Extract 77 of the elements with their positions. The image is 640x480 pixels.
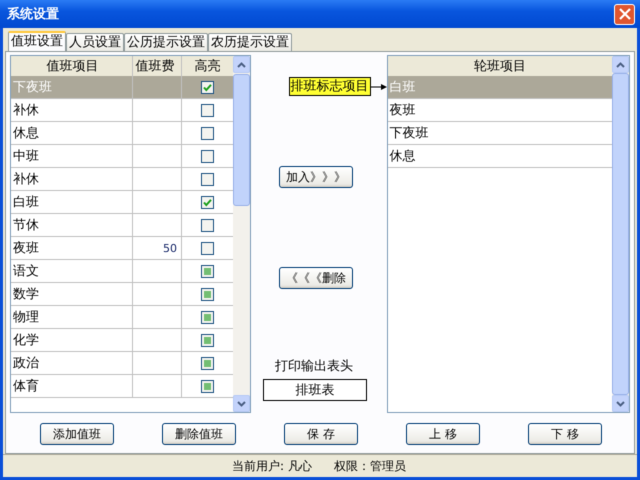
list-item[interactable]: 夜班 <box>388 99 612 122</box>
table-row[interactable]: 语文 <box>11 260 233 283</box>
table-cell: 休息 <box>11 122 133 144</box>
leader-arrow <box>370 82 387 90</box>
scroll-up-button[interactable] <box>233 56 250 73</box>
add-button[interactable]: 加入》》》 <box>278 166 353 188</box>
table-row[interactable]: 白班 <box>11 191 233 214</box>
table-row[interactable]: 政治 <box>11 352 233 375</box>
list-item[interactable]: 休息 <box>388 145 612 168</box>
tab[interactable]: 农历提示设置 <box>208 33 292 51</box>
chevron-up-icon <box>616 62 625 68</box>
tab[interactable]: 人员设置 <box>66 33 124 51</box>
checkbox[interactable] <box>201 264 214 278</box>
button[interactable]: 删除值班 <box>162 423 236 445</box>
table-row[interactable]: 数学 <box>11 283 233 306</box>
column-header[interactable]: 高亮 <box>182 56 233 76</box>
table-row[interactable]: 体育 <box>11 375 233 398</box>
table-cell: 下夜班 <box>11 76 133 98</box>
table-cell: 白班 <box>11 191 133 213</box>
checkbox[interactable] <box>201 242 214 254</box>
checkbox[interactable] <box>201 218 214 232</box>
checkbox[interactable] <box>201 150 214 162</box>
scroll-down-button[interactable] <box>612 395 629 412</box>
button[interactable]: 上 移 <box>406 423 480 445</box>
close-icon <box>618 8 630 20</box>
scroll-thumb[interactable] <box>233 74 250 206</box>
scroll-up-button[interactable] <box>612 56 629 73</box>
tab[interactable]: 公历提示设置 <box>124 33 208 51</box>
checkbox[interactable] <box>201 172 214 186</box>
button[interactable]: 保 存 <box>284 423 358 445</box>
scrollbar[interactable] <box>233 56 250 412</box>
table-cell: 化学 <box>11 329 133 351</box>
table-cell: 中班 <box>11 145 133 167</box>
table-cell: 夜班 <box>11 237 133 259</box>
checkbox[interactable] <box>201 288 214 300</box>
table-cell: 体育 <box>11 375 133 397</box>
checkbox[interactable] <box>201 80 214 94</box>
remove-button[interactable]: 《《《删除 <box>278 267 353 289</box>
tab[interactable]: 值班设置 <box>8 31 66 51</box>
scroll-down-button[interactable] <box>233 395 250 412</box>
table-cell: 补休 <box>11 99 133 121</box>
table-cell: 补休 <box>11 168 133 190</box>
current-user: 当前用户: 凡心 <box>232 458 312 474</box>
table-row[interactable]: 节休 <box>11 214 233 237</box>
checkbox[interactable] <box>201 104 214 116</box>
checkbox[interactable] <box>201 310 214 324</box>
print-header-label: 打印输出表头 <box>274 358 353 375</box>
table-row[interactable]: 中班 <box>11 145 233 168</box>
checkbox[interactable] <box>201 380 214 392</box>
table-row[interactable]: 补休 <box>11 99 233 122</box>
table-row[interactable]: 物理 <box>11 306 233 329</box>
chevron-down-icon <box>237 400 246 406</box>
checkbox[interactable] <box>201 126 214 140</box>
checkbox[interactable] <box>201 334 214 346</box>
checkbox[interactable] <box>201 356 214 370</box>
table-cell: 50 <box>133 237 182 259</box>
table-row[interactable]: 休息 <box>11 122 233 145</box>
table-cell: 数学 <box>11 283 133 305</box>
chevron-up-icon <box>237 62 246 68</box>
table-row[interactable]: 夜班 50 <box>11 237 233 260</box>
flag-label: 排班标志项目 <box>288 77 371 96</box>
user-role: 权限：管理员 <box>334 458 406 474</box>
list-item[interactable]: 下夜班 <box>388 122 612 145</box>
checkbox[interactable] <box>201 196 214 208</box>
chevron-down-icon <box>616 400 625 406</box>
window-title: 系统设置 <box>7 6 59 23</box>
table-cell: 语文 <box>11 260 133 282</box>
button[interactable]: 下 移 <box>528 423 602 445</box>
table-row[interactable]: 化学 <box>11 329 233 352</box>
table-cell: 节休 <box>11 214 133 236</box>
close-button[interactable] <box>614 4 635 24</box>
button[interactable]: 添加值班 <box>40 423 114 445</box>
table-row[interactable]: 补休 <box>11 168 233 191</box>
table-cell: 政治 <box>11 352 133 374</box>
table-cell: 物理 <box>11 306 133 328</box>
column-header: 轮班项目 <box>472 58 527 75</box>
print-header-field[interactable]: 排班表 <box>262 379 367 401</box>
